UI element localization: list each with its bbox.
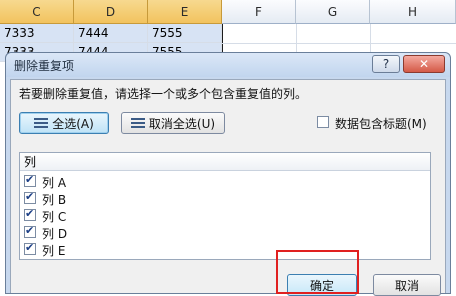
column-header-g[interactable]: G (296, 0, 370, 24)
dialog-title-bar[interactable]: 删除重复项 ? ✕ (6, 53, 450, 77)
column-row-e[interactable]: 列 E (22, 241, 422, 258)
column-header-c[interactable]: C (0, 0, 74, 24)
help-button[interactable]: ? (372, 55, 400, 73)
cell-d1[interactable]: 7444 (74, 24, 148, 43)
column-a-checkbox[interactable] (24, 173, 36, 187)
gridline (222, 43, 456, 44)
column-e-label: 列 E (42, 244, 66, 258)
header-checkbox[interactable] (317, 116, 329, 128)
columns-listbox: 列 列 A 列 B 列 C 列 D 列 E (19, 152, 431, 260)
select-all-icon (34, 117, 49, 129)
unselect-all-label: 取消全选(U) (148, 116, 216, 131)
select-all-label: 全选(A) (52, 116, 94, 131)
cell-e1[interactable]: 7555 (148, 24, 222, 43)
column-row-a[interactable]: 列 A (22, 173, 422, 190)
gridline (296, 24, 297, 52)
cancel-label: 取消 (394, 278, 419, 293)
column-c-checkbox[interactable] (24, 207, 36, 221)
column-b-checkbox[interactable] (24, 190, 36, 204)
column-header-d[interactable]: D (74, 0, 148, 24)
columns-list-header: 列 (20, 153, 430, 171)
close-icon: ✕ (418, 57, 430, 71)
column-e-checkbox[interactable] (24, 241, 36, 255)
column-row-c[interactable]: 列 C (22, 207, 422, 224)
instruction-text: 若要删除重复值，请选择一个或多个包含重复值的列。 (19, 87, 308, 101)
dialog-title: 删除重复项 (14, 59, 75, 73)
column-b-label: 列 B (42, 193, 67, 207)
select-all-button[interactable]: 全选(A) (19, 112, 109, 134)
cell-c1[interactable]: 7333 (0, 24, 74, 43)
dialog-body: 若要删除重复值，请选择一个或多个包含重复值的列。 全选(A) 取消全选(U) 数… (10, 79, 446, 296)
help-icon: ? (382, 57, 390, 71)
column-header-e[interactable]: E (148, 0, 222, 24)
selection-border (222, 24, 223, 52)
column-d-checkbox[interactable] (24, 224, 36, 238)
column-header-h[interactable]: H (370, 0, 456, 24)
remove-duplicates-dialog: 删除重复项 ? ✕ 若要删除重复值，请选择一个或多个包含重复值的列。 全选(A)… (5, 52, 451, 296)
highlight-box (276, 250, 359, 294)
close-button[interactable]: ✕ (403, 55, 445, 73)
cancel-button[interactable]: 取消 (373, 274, 441, 296)
column-a-label: 列 A (42, 176, 67, 190)
unselect-all-button[interactable]: 取消全选(U) (121, 112, 225, 134)
column-row-d[interactable]: 列 D (22, 224, 422, 241)
header-checkbox-label[interactable]: 数据包含标题(M) (335, 115, 427, 132)
unselect-all-icon (130, 117, 145, 129)
column-d-label: 列 D (42, 227, 68, 241)
column-row-b[interactable]: 列 B (22, 190, 422, 207)
gridline (370, 24, 371, 52)
column-c-label: 列 C (42, 210, 67, 224)
column-header-f[interactable]: F (222, 0, 296, 24)
